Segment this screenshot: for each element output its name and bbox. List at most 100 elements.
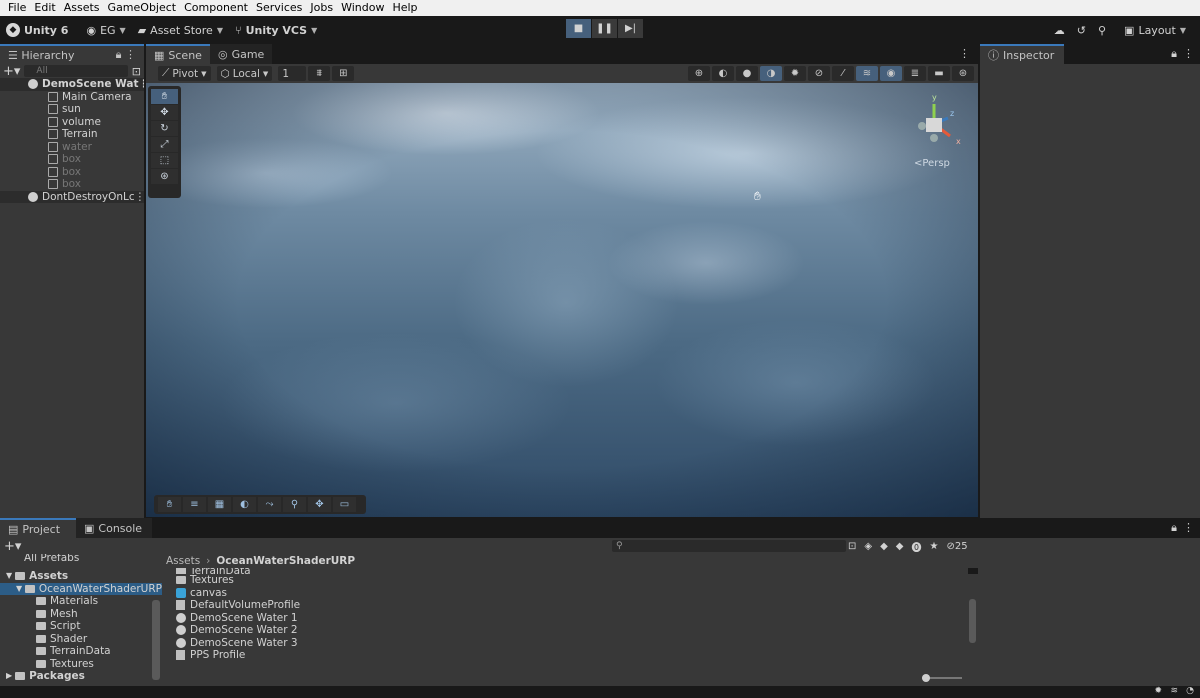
camera-settings-icon[interactable]: ▬ (928, 66, 950, 81)
move-icon[interactable]: ✥ (308, 497, 331, 512)
list-item[interactable]: DemoScene Water 2 (162, 624, 968, 637)
kebab-menu-icon[interactable]: ⋮ (1177, 44, 1200, 64)
orientation-icon[interactable]: ⊕ (688, 66, 710, 81)
menu-file[interactable]: File (4, 0, 30, 16)
list-item[interactable]: DefaultVolumeProfile (162, 599, 968, 612)
persp-toggle[interactable]: <Persp (914, 158, 950, 169)
scale-tool-icon[interactable]: ⤢ (151, 137, 178, 152)
tree-packages[interactable]: ▶ Packages (0, 670, 162, 683)
search-icon[interactable]: ⚲ (1098, 24, 1106, 37)
menu-component[interactable]: Component (180, 0, 252, 16)
list-item[interactable]: TerrainData (0, 645, 162, 658)
list-item[interactable]: box (0, 166, 144, 179)
file-list-scrollbar[interactable] (968, 574, 978, 670)
cloud-icon[interactable]: ☁ (1054, 24, 1065, 37)
breadcrumb-current[interactable]: OceanWaterShaderURP (216, 555, 355, 567)
step-button[interactable]: ▶| (618, 19, 643, 38)
menu-window[interactable]: Window (337, 0, 388, 16)
pivot-dropdown[interactable]: ⟋ Pivot ▼ (158, 66, 211, 81)
kebab-menu-icon[interactable]: ⋮ (1177, 518, 1200, 538)
layers-icon[interactable]: ≋ (1170, 686, 1178, 696)
mesh-icon[interactable]: ▦ (208, 497, 231, 512)
orientation-gizmo[interactable]: y z x (912, 92, 964, 152)
list-item[interactable]: Textures (0, 658, 162, 671)
vcs-dropdown[interactable]: ⑂ Unity VCS ▼ (229, 19, 323, 41)
icon-size-slider[interactable] (922, 674, 962, 682)
slider-knob[interactable] (922, 674, 930, 682)
list-item[interactable]: Materials (0, 595, 162, 608)
hierarchy-search-input[interactable]: All (24, 65, 128, 77)
sphere-icon[interactable]: ◐ (233, 497, 256, 512)
list-item[interactable]: DemoScene Water 3 (162, 637, 968, 650)
list-item[interactable]: water (0, 141, 144, 154)
tab-game[interactable]: ◎ Game (209, 44, 273, 64)
grid-size-input[interactable]: 1 (278, 66, 307, 81)
menu-services[interactable]: Services (252, 0, 306, 16)
hand-icon[interactable]: ✋︎ (158, 497, 181, 512)
menu-help[interactable]: Help (388, 0, 421, 16)
menu-jobs[interactable]: Jobs (306, 0, 337, 16)
tree-ocean-folder[interactable]: ▼ OceanWaterShaderURP (0, 582, 162, 595)
list-item[interactable]: sun (0, 103, 144, 116)
hidden-packages-button[interactable]: ⊘25 (946, 541, 967, 552)
project-search-input[interactable]: ⚲ (612, 540, 846, 552)
zoom-icon[interactable]: ⚲ (283, 497, 306, 512)
menu-assets[interactable]: Assets (60, 0, 104, 16)
align-icon[interactable]: ≡ (183, 497, 206, 512)
tab-hierarchy[interactable]: ☰ Hierarchy 🔒︎ ⋮ (0, 44, 144, 64)
draw-mode-icon[interactable]: ◐ (712, 66, 734, 81)
list-item[interactable]: Textures (162, 574, 968, 587)
snap-icon[interactable]: ⩩ (308, 66, 331, 81)
menu-gameobject[interactable]: GameObject (104, 0, 181, 16)
fx-icon[interactable]: ⁄ (832, 66, 854, 81)
tree-scrollbar[interactable] (152, 600, 160, 680)
tab-inspector[interactable]: ⓘ Inspector (980, 44, 1064, 64)
list-item[interactable]: box (0, 153, 144, 166)
list-item[interactable]: Shader (0, 633, 162, 646)
kebab-menu-icon[interactable]: ⋮ (135, 191, 144, 204)
progress-icon[interactable]: ◔ (1186, 686, 1194, 696)
breadcrumb-root[interactable]: Assets (166, 555, 200, 567)
save-search-icon[interactable]: ◆ (896, 541, 904, 552)
list-item[interactable]: Terrain (0, 128, 144, 141)
list-item[interactable]: Mesh (0, 608, 162, 621)
warning-icon[interactable]: ⓿ (912, 539, 922, 554)
kebab-menu-icon[interactable]: ⋮ (138, 78, 144, 91)
rotate-tool-icon[interactable]: ↻ (151, 121, 178, 136)
kebab-menu-icon[interactable]: ⋮ (951, 44, 978, 64)
list-item[interactable]: canvas (162, 587, 968, 600)
debug-icon[interactable]: ✹ (1154, 686, 1162, 696)
list-item[interactable]: DemoScene Water 1 (162, 612, 968, 625)
grid-snap-icon[interactable]: ⊞ (332, 66, 355, 81)
local-dropdown[interactable]: ⬡ Local ▼ (216, 66, 273, 81)
kebab-menu-icon[interactable]: ⋮ (125, 48, 136, 61)
dontdestroy-row[interactable]: DontDestroyOnLc ⋮ (0, 190, 144, 204)
transform-tool-icon[interactable]: ⊛ (151, 169, 178, 184)
lighting-icon[interactable]: ◑ (760, 66, 782, 81)
account-dropdown[interactable]: ◉ EG ▼ (80, 19, 131, 41)
tag-icon[interactable]: ◆ (880, 541, 888, 552)
scroll-thumb[interactable] (969, 599, 976, 643)
tab-scene[interactable]: ▦ Scene (146, 44, 210, 64)
gizmos-icon[interactable]: ⊛ (952, 66, 974, 81)
star-icon[interactable]: ★ (930, 541, 939, 552)
list-item[interactable]: Main Camera (0, 91, 144, 104)
search-by-label-icon[interactable]: ◈ (864, 541, 872, 552)
tree-assets[interactable]: ▼ Assets (0, 570, 162, 583)
layout-dropdown[interactable]: ▣ Layout ▼ (1118, 19, 1192, 41)
search-options-icon[interactable]: ⊡ (132, 65, 141, 78)
unity-version-button[interactable]: ◆ Unity 6 (0, 19, 74, 41)
hand-tool-icon[interactable]: ✋︎ (151, 89, 178, 104)
asset-store-dropdown[interactable]: ▰ Asset Store ▼ (132, 19, 229, 41)
list-item[interactable]: PPS Profile (162, 649, 968, 662)
tab-console[interactable]: ▣ Console (76, 518, 152, 538)
stop-button[interactable]: ■ (566, 19, 591, 38)
list-item[interactable]: volume (0, 116, 144, 129)
lock-icon[interactable]: 🔒︎ (116, 48, 122, 61)
search-by-type-icon[interactable]: ⊡ (848, 541, 856, 552)
move-tool-icon[interactable]: ✥ (151, 105, 178, 120)
shaded-icon[interactable]: ● (736, 66, 758, 81)
list-item[interactable]: Script (0, 620, 162, 633)
scene-viewport[interactable]: ✋︎ (146, 83, 978, 517)
effects-icon[interactable]: ✹ (784, 66, 806, 81)
